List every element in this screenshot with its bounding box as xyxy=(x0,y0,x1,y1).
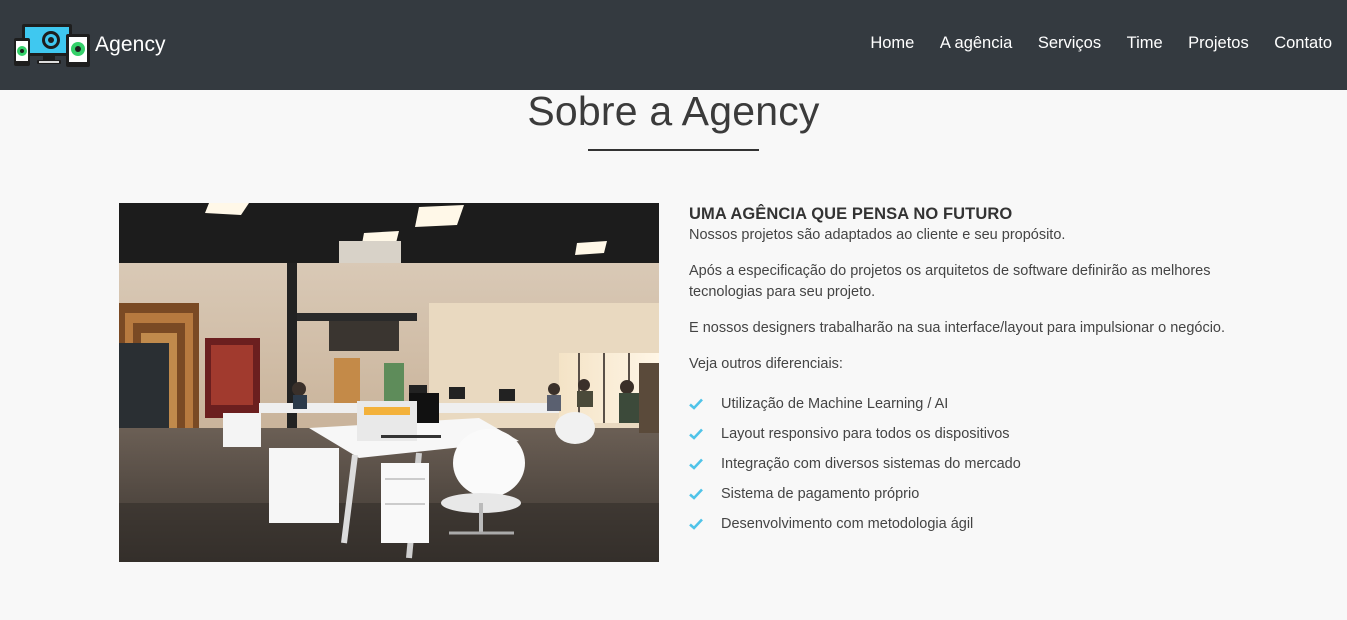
nav-link-contato[interactable]: Contato xyxy=(1274,34,1332,53)
nav-link-agencia[interactable]: A agência xyxy=(940,34,1012,53)
about-paragraph-1: Nossos projetos são adaptados ao cliente… xyxy=(689,227,1066,243)
nav-link-home[interactable]: Home xyxy=(870,34,914,53)
about-paragraph-3: E nossos designers trabalharão na sua in… xyxy=(689,320,1226,336)
nav-menu: Home A agência Serviços Time Projetos Co… xyxy=(845,34,1332,53)
about-subheading: UMA AGÊNCIA QUE PENSA NO FUTURO xyxy=(689,205,1013,223)
brand[interactable]: Agency xyxy=(14,22,166,68)
section-title: Sobre a Agency xyxy=(527,88,820,134)
features-list: Utilização de Machine Learning / AI Layo… xyxy=(689,389,1249,539)
about-paragraph-2: Após a especificação do projetos os arqu… xyxy=(689,263,1211,300)
check-icon xyxy=(689,398,721,410)
feature-item: Sistema de pagamento próprio xyxy=(689,479,1249,509)
about-paragraph-4: Veja outros diferenciais: xyxy=(689,356,843,372)
nav-link-servicos[interactable]: Serviços xyxy=(1038,34,1101,53)
feature-label: Integração com diversos sistemas do merc… xyxy=(721,456,1021,472)
brand-name: Agency xyxy=(95,33,166,56)
office-photo xyxy=(119,203,659,562)
nav-link-time[interactable]: Time xyxy=(1127,34,1163,53)
feature-item: Utilização de Machine Learning / AI xyxy=(689,389,1249,419)
feature-label: Desenvolvimento com metodologia ágil xyxy=(721,516,974,532)
about-content: UMA AGÊNCIA QUE PENSA NO FUTURO Nossos p… xyxy=(689,203,1249,539)
feature-label: Utilização de Machine Learning / AI xyxy=(721,396,949,412)
check-icon xyxy=(689,428,721,440)
feature-item: Desenvolvimento com metodologia ágil xyxy=(689,509,1249,539)
check-icon xyxy=(689,518,721,530)
navbar: Agency Home A agência Serviços Time Proj… xyxy=(0,0,1347,90)
check-icon xyxy=(689,488,721,500)
feature-label: Sistema de pagamento próprio xyxy=(721,486,920,502)
devices-logo-icon xyxy=(14,22,92,68)
feature-item: Layout responsivo para todos os disposit… xyxy=(689,419,1249,449)
nav-link-projetos[interactable]: Projetos xyxy=(1188,34,1249,53)
feature-label: Layout responsivo para todos os disposit… xyxy=(721,426,1010,442)
feature-item: Integração com diversos sistemas do merc… xyxy=(689,449,1249,479)
check-icon xyxy=(689,458,721,470)
title-divider xyxy=(588,149,759,151)
